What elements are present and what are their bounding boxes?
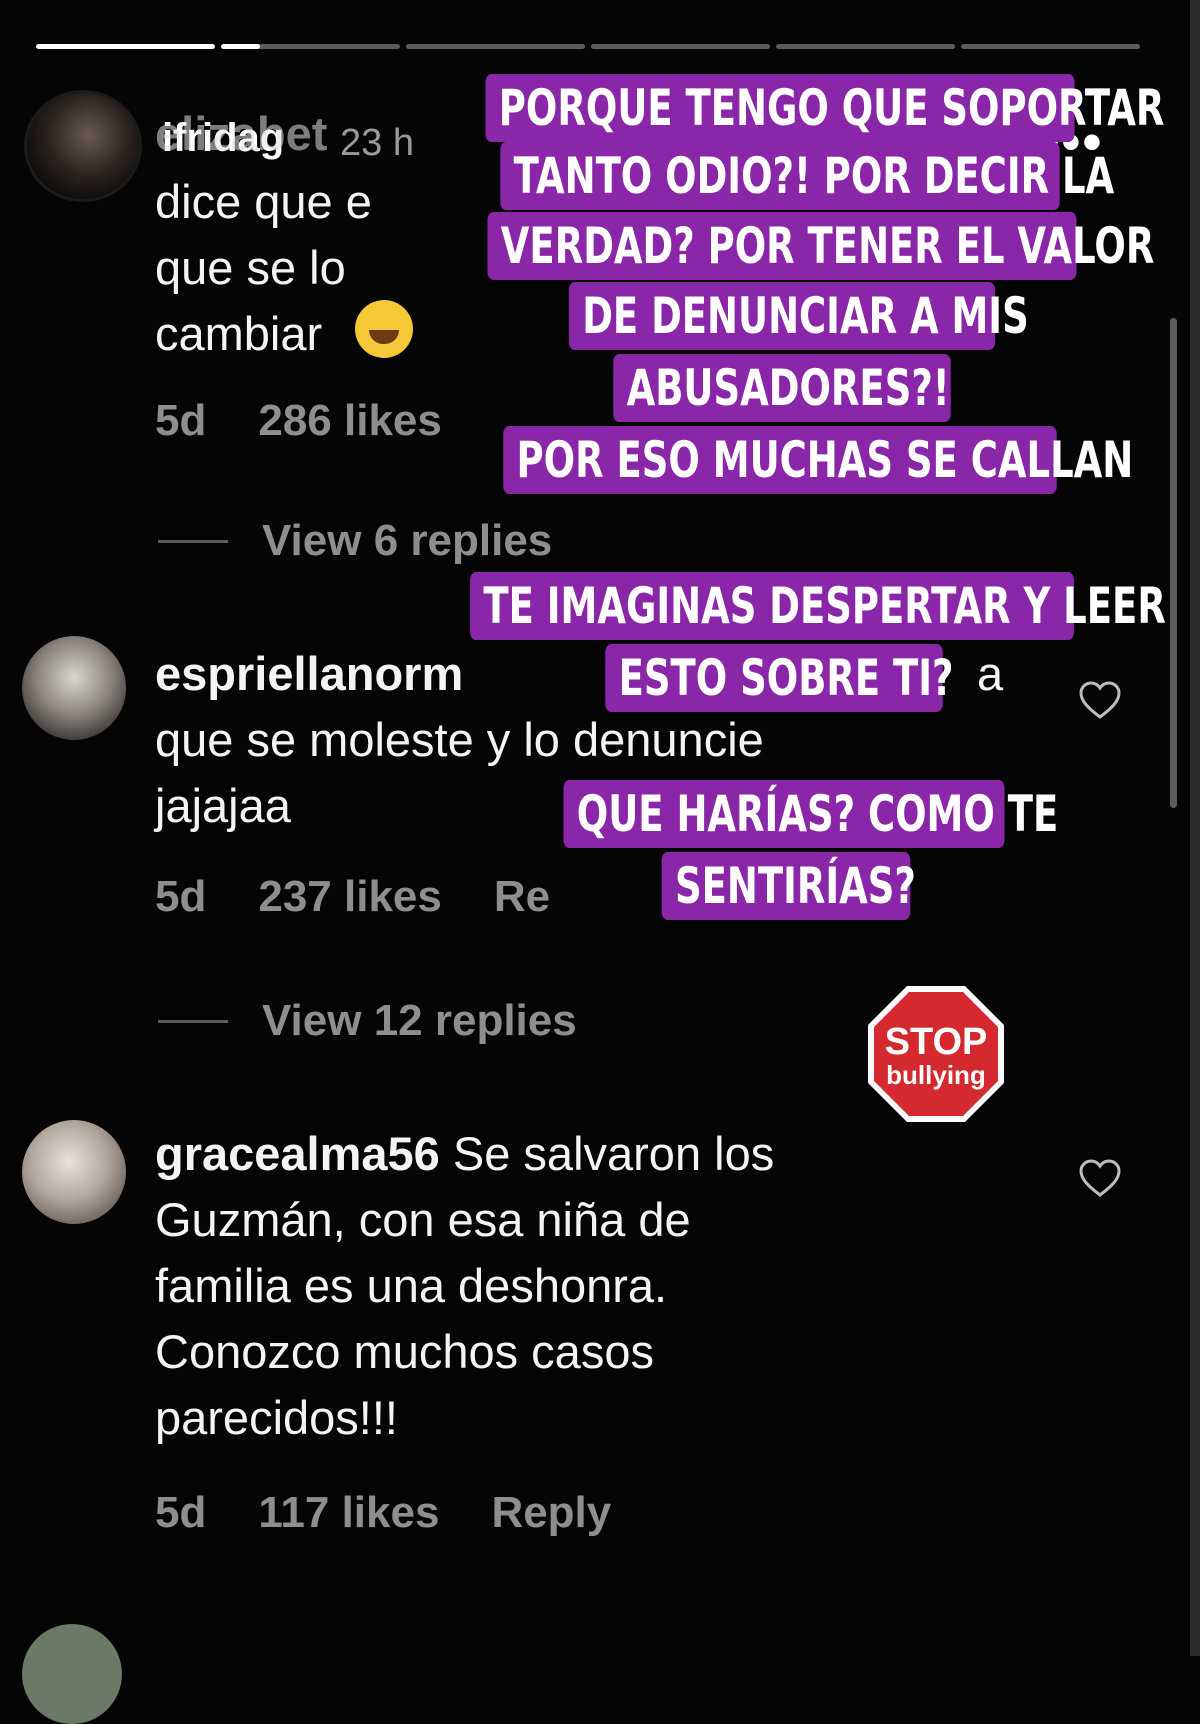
progress-segment-3	[406, 44, 585, 49]
comment-1-meta: 5d 286 likes	[155, 396, 442, 446]
sticker-line: PORQUE TENGO QUE SOPORTAR	[485, 74, 1164, 142]
comment-3-reply[interactable]: Reply	[491, 1488, 611, 1538]
comment-1-age: 5d	[155, 396, 207, 445]
story-progress	[36, 44, 1140, 49]
progress-segment-6	[961, 44, 1140, 49]
comment-1-view-replies[interactable]: View 6 replies	[158, 516, 552, 566]
comment-1-likes[interactable]: 286 likes	[258, 396, 442, 446]
sticker-line: TE IMAGINAS DESPERTAR Y LEER	[470, 572, 1166, 640]
comment-2-likes[interactable]: 237 likes	[258, 872, 442, 922]
comment-2-age: 5d	[155, 872, 207, 921]
comment-3-text-line4: Conozco muchos casos	[155, 1325, 654, 1378]
progress-fill	[36, 44, 215, 49]
comment-2-text-tail: a	[977, 647, 1004, 700]
progress-segment-4	[591, 44, 770, 49]
view-replies-label[interactable]: View 6 replies	[262, 516, 552, 566]
comment-3-text-line3: familia es una deshonra.	[155, 1259, 668, 1312]
comment-3-text-line1: gracealma56 Se salvaron los	[155, 1127, 775, 1180]
comment-2-text-line2: que se moleste y lo denuncie	[155, 713, 764, 766]
progress-fill	[221, 44, 261, 49]
story-viewer: ifridag 23 h ••• dice que e que se lo ca…	[0, 0, 1200, 1724]
comment-2-username[interactable]: espriellanorm	[155, 647, 463, 700]
sticker-line: DE DENUNCIAR A MIS	[568, 282, 1029, 350]
replies-divider	[158, 539, 228, 543]
comment-3-meta: 5d 117 likes Reply	[155, 1488, 611, 1538]
sticker-line: ESTO SOBRE TI?	[605, 644, 954, 712]
scrollbar[interactable]	[1170, 318, 1177, 808]
comment-2-view-replies[interactable]: View 12 replies	[158, 996, 577, 1046]
heart-icon[interactable]	[1078, 680, 1122, 720]
story-avatar[interactable]	[24, 90, 142, 202]
stop-label: STOP	[885, 1021, 988, 1063]
view-replies-label[interactable]: View 12 replies	[262, 996, 577, 1046]
comment-3-avatar[interactable]	[22, 1120, 126, 1224]
sticker-line: ABUSADORES?!	[613, 354, 951, 422]
bullying-label: bullying	[886, 1060, 986, 1090]
progress-segment-1	[36, 44, 215, 49]
comment-3-text-line5: parecidos!!!	[155, 1391, 398, 1444]
progress-segment-2	[221, 44, 400, 49]
comment-3-text-line2: Guzmán, con esa niña de	[155, 1193, 691, 1246]
sticker-line: POR ESO MUCHAS SE CALLAN	[503, 426, 1133, 494]
sticker-line: VERDAD? POR TENER EL VALOR	[487, 212, 1154, 280]
comment-3-username[interactable]: gracealma56	[155, 1127, 440, 1180]
replies-divider	[158, 1019, 228, 1023]
comment-4-avatar[interactable]	[22, 1624, 122, 1724]
comment-2-reply[interactable]: Re	[494, 872, 550, 922]
sticker-line: SENTIRÍAS?	[661, 852, 916, 920]
laughing-emoji-icon	[355, 300, 414, 358]
heart-icon[interactable]	[1078, 1158, 1122, 1198]
stop-bullying-sticker: STOP bullying	[868, 986, 1004, 1122]
comment-2-avatar[interactable]	[22, 636, 126, 740]
sticker-line: QUE HARÍAS? COMO TE	[563, 780, 1058, 848]
sticker-line: TANTO ODIO?! POR DECIR LA	[500, 142, 1114, 210]
comment-3-age: 5d	[155, 1488, 207, 1537]
comment-2-meta: 5d 237 likes Re	[155, 872, 550, 922]
comment-3-likes[interactable]: 117 likes	[258, 1488, 439, 1538]
progress-segment-5	[776, 44, 955, 49]
